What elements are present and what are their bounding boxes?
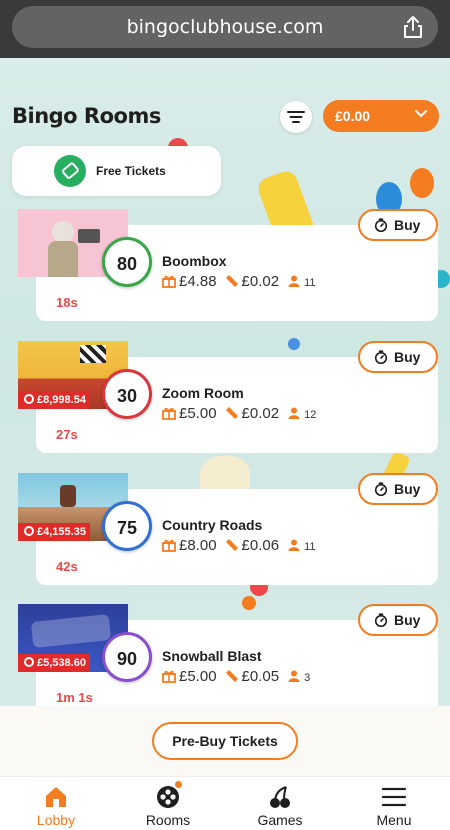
nav-label: Games <box>257 812 303 828</box>
jackpot-amount: £8,998.54 <box>37 394 86 406</box>
ball-number: 75 <box>116 518 138 538</box>
room-ticket-price: £0.02 <box>241 405 280 422</box>
ticket-price-icon <box>225 275 238 287</box>
jackpot-amount: £4,155.35 <box>37 526 86 538</box>
filter-button[interactable] <box>280 101 312 133</box>
room-card-boombox[interactable]: 80 Boombox £4.88 £0.02 11 18s Buy <box>0 209 450 321</box>
ticket-price-icon <box>225 407 238 419</box>
nav-label: Lobby <box>36 812 76 828</box>
hamburger-icon <box>381 787 407 807</box>
room-stats: £5.00 £0.05 3 <box>162 668 310 686</box>
balance-button[interactable]: £0.00 <box>323 100 439 132</box>
nav-item-rooms[interactable]: Rooms <box>112 777 224 830</box>
balance-amount: £0.00 <box>335 108 371 124</box>
nav-item-menu[interactable]: Menu <box>338 777 450 830</box>
buy-label: Buy <box>394 217 421 233</box>
room-countdown: 42s <box>56 559 78 574</box>
house-icon <box>46 787 66 807</box>
gift-icon <box>162 539 176 552</box>
room-prize: £4.88 <box>179 273 217 290</box>
room-ticket-price: £0.06 <box>241 537 280 554</box>
ball-number: 30 <box>116 386 138 406</box>
room-name: Zoom Room <box>162 385 244 401</box>
bingo-ball: 30 <box>102 369 152 419</box>
jackpot-badge: £5,538.60 <box>18 654 90 672</box>
share-icon[interactable] <box>402 15 424 39</box>
player-icon <box>288 670 300 682</box>
gift-icon <box>162 275 176 288</box>
room-name: Country Roads <box>162 517 263 533</box>
nav-label: Rooms <box>145 812 191 828</box>
buy-label: Buy <box>394 612 421 628</box>
room-countdown: 27s <box>56 427 78 442</box>
bingo-ball: 75 <box>102 501 152 551</box>
nav-label: Menu <box>376 812 412 828</box>
ticket-price-icon <box>225 539 238 551</box>
room-players: 11 <box>304 541 316 553</box>
url-text[interactable]: bingoclubhouse.com <box>12 16 438 38</box>
bingo-ball: 80 <box>102 237 152 287</box>
room-prize: £8.00 <box>179 537 217 554</box>
ticket-icon <box>54 155 86 187</box>
room-countdown: 1m 1s <box>56 690 93 705</box>
jackpot-badge: £8,998.54 <box>18 391 90 409</box>
ball-number: 80 <box>116 254 138 274</box>
room-players: 3 <box>304 672 311 684</box>
room-players: 12 <box>304 409 317 421</box>
stopwatch-icon <box>374 218 388 232</box>
gift-icon <box>162 407 176 420</box>
cherries-icon <box>270 786 290 808</box>
browser-toolbar: bingoclubhouse.com <box>0 0 450 58</box>
room-stats: £4.88 £0.02 11 <box>162 273 316 291</box>
buy-label: Buy <box>394 481 421 497</box>
jackpot-badge: £4,155.35 <box>18 523 90 541</box>
room-prize: £5.00 <box>179 405 217 422</box>
buy-button[interactable]: Buy <box>358 209 438 241</box>
room-ticket-price: £0.05 <box>241 668 280 685</box>
nav-item-lobby[interactable]: Lobby <box>0 777 112 830</box>
ticket-price-icon <box>225 670 238 682</box>
room-stats: £5.00 £0.02 12 <box>162 405 316 423</box>
room-countdown: 18s <box>56 295 78 310</box>
room-card-zoom-room[interactable]: £8,998.54 30 Zoom Room £5.00 £0.02 12 27s … <box>0 341 450 453</box>
player-icon <box>288 275 300 287</box>
room-stats: £8.00 £0.06 11 <box>162 537 316 555</box>
player-icon <box>288 407 300 419</box>
chevron-down-icon <box>415 110 427 117</box>
free-tickets-button[interactable]: Free Tickets <box>12 146 221 196</box>
buy-button[interactable]: Buy <box>358 341 438 373</box>
bingo-ball: 90 <box>102 632 152 682</box>
prebuy-bar: Pre-Buy Tickets <box>0 706 450 776</box>
address-bar[interactable]: bingoclubhouse.com <box>12 6 438 48</box>
room-players: 11 <box>304 277 316 289</box>
room-card-country-roads[interactable]: £4,155.35 75 Country Roads £8.00 £0.06 11 … <box>0 473 450 585</box>
filter-icon <box>287 111 305 123</box>
prebuy-label: Pre-Buy Tickets <box>172 733 278 749</box>
page-title: Bingo Rooms <box>12 104 161 128</box>
nav-item-games[interactable]: Games <box>224 777 336 830</box>
free-tickets-label: Free Tickets <box>96 164 166 178</box>
stopwatch-icon <box>374 482 388 496</box>
player-icon <box>288 539 300 551</box>
buy-label: Buy <box>394 349 421 365</box>
room-prize: £5.00 <box>179 668 217 685</box>
coin-stack-icon <box>24 657 34 667</box>
room-card-snowball-blast[interactable]: £5,538.60 90 Snowball Blast £5.00 £0.05 3 … <box>0 604 450 716</box>
coin-stack-icon <box>24 394 34 404</box>
coin-stack-icon <box>24 526 34 536</box>
room-name: Snowball Blast <box>162 648 262 664</box>
buy-button[interactable]: Buy <box>358 473 438 505</box>
room-ticket-price: £0.02 <box>241 273 280 290</box>
notification-dot <box>175 781 182 788</box>
stopwatch-icon <box>374 350 388 364</box>
prebuy-tickets-button[interactable]: Pre-Buy Tickets <box>152 722 298 760</box>
gift-icon <box>162 670 176 683</box>
bottom-nav: Lobby Rooms Games Menu <box>0 776 450 830</box>
ball-number: 90 <box>116 649 138 669</box>
balloon-decoration <box>410 168 434 198</box>
stopwatch-icon <box>374 613 388 627</box>
jackpot-amount: £5,538.60 <box>37 657 86 669</box>
room-name: Boombox <box>162 253 227 269</box>
buy-button[interactable]: Buy <box>358 604 438 636</box>
